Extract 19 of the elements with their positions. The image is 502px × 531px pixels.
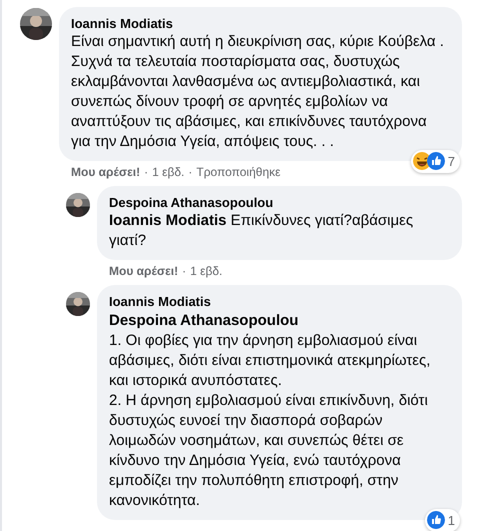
reaction-count[interactable]: 7 xyxy=(410,150,460,173)
author-name[interactable]: Ioannis Modiatis xyxy=(71,15,450,32)
mention-link[interactable]: Despoina Athanasopoulou xyxy=(109,311,450,331)
meta-text[interactable]: 1 εβδ. xyxy=(190,263,222,279)
separator-dot: · xyxy=(182,263,186,279)
meta-text[interactable]: 1 εβδ. xyxy=(152,164,184,180)
separator-dot: · xyxy=(144,164,148,180)
author-name[interactable]: Despoina Athanasopoulou xyxy=(109,194,450,211)
meta-text[interactable]: Τροποποιήθηκε xyxy=(196,164,280,180)
comment-text: Είναι σημαντική αυτή η διευκρίνιση σας, κύριε Κούβελα . Συχνά τα τελευταία ποσταρίσματα σας, δυστυχώς εκλαμβάνονται λανθασμένα ως αντιεμβολιαστικά, και συνεπώς δίνουν τροφή σε αρνητές εμβολίων να αναπτύξουν τις αβάσιμες, και επικίνδυνες ταυτόχρονα για την Δημόσια Υγεία, απόψεις τους. . . xyxy=(71,32,445,152)
separator-dot: · xyxy=(188,164,192,180)
like-link[interactable]: Μου αρέσει! xyxy=(109,263,178,279)
thumbs-up-icon xyxy=(426,152,445,170)
reaction-count[interactable]: 1 xyxy=(424,508,460,531)
comment-text: 1. Οι φοβίες για την άρνηση εμβολιασμού είναι αβάσιμες, διότι είναι επιστημονικά ατεκμηρίωτες, και ιστορικά ανυπόστατες. 2. Η άρνηση εμβολιασμού είναι επικίνδυνη, διότι δυστυχώς ευνοεί την διασπορά σοβαρών λοιμωδών νοσημάτων, και συνεπώς θέτει σε κίνδυνο την Δημόσια Υγεία, ενώ ταυτόχρονα εμποδίζει την πολυπόθητη επιστροφή, στην κανονικότητα. xyxy=(109,331,432,511)
comment-text: Ioannis Modiatis Επικίνδυνες γιατί?αβάσιμες γιατί? xyxy=(109,211,414,251)
thumbs-up-icon xyxy=(426,511,445,530)
like-link[interactable]: Μου αρέσει! xyxy=(71,164,140,180)
author-name[interactable]: Ioannis Modiatis xyxy=(109,293,450,310)
